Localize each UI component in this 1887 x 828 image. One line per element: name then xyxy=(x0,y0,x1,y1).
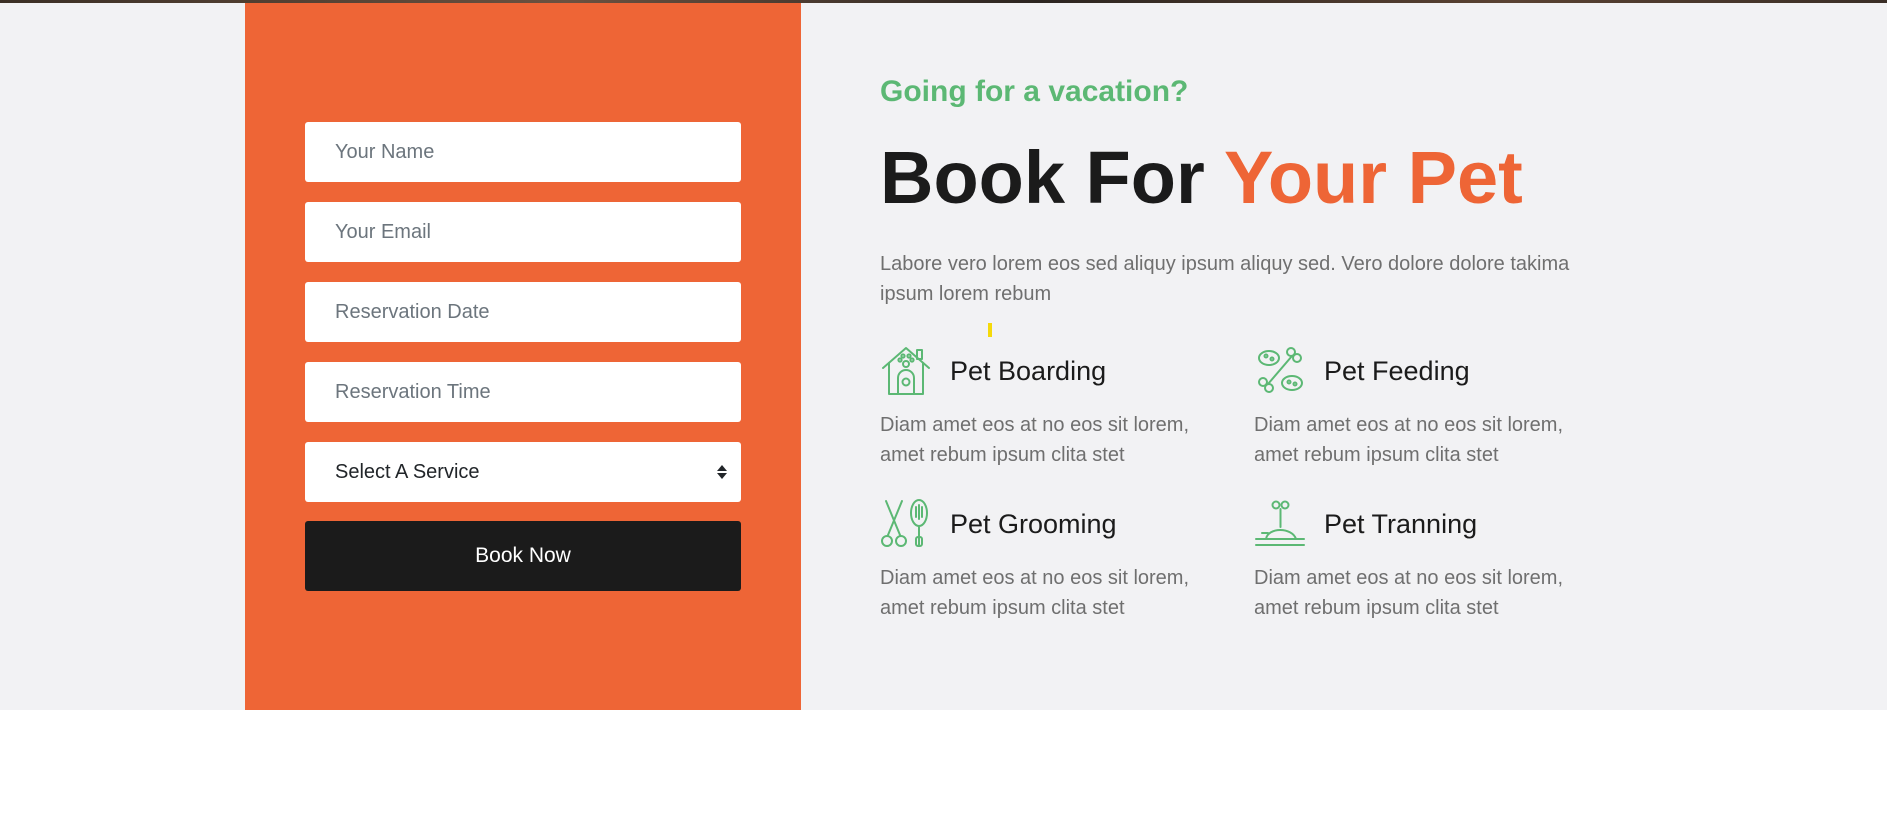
reservation-time-input[interactable]: Reservation Time xyxy=(305,362,741,422)
service-select-value: Select A Service xyxy=(335,460,480,483)
service-description: Diam amet eos at no eos sit lorem, amet … xyxy=(880,567,1190,619)
service-description: Diam amet eos at no eos sit lorem, amet … xyxy=(1254,414,1564,466)
booking-form: Your Name Your Email Reservation Date Re… xyxy=(245,3,801,710)
reservation-date-input[interactable]: Reservation Date xyxy=(305,282,741,342)
service-description: Diam amet eos at no eos sit lorem, amet … xyxy=(880,414,1190,466)
book-now-button[interactable]: Book Now xyxy=(305,521,741,591)
service-title: Pet Tranning xyxy=(1324,509,1478,539)
service-description: Diam amet eos at no eos sit lorem, amet … xyxy=(1254,567,1564,619)
section-subtitle: Going for a vacation? xyxy=(880,75,1189,108)
section-description: Labore vero lorem eos sed aliquy ipsum a… xyxy=(880,253,1570,305)
service-title: Pet Boarding xyxy=(950,356,1107,386)
service-select[interactable]: Select A Service xyxy=(305,442,741,502)
service-title: Pet Grooming xyxy=(950,509,1117,539)
email-input[interactable]: Your Email xyxy=(305,202,741,262)
service-title: Pet Feeding xyxy=(1324,356,1470,386)
scissors-brush-icon xyxy=(881,499,928,547)
title-accent: Your Pet xyxy=(1223,136,1523,219)
select-arrows-icon xyxy=(717,465,727,479)
pet-food-bone-icon xyxy=(1258,347,1303,393)
text-cursor-marker xyxy=(988,323,992,337)
section-title: Book For Your Pet xyxy=(880,135,1523,220)
pet-house-icon xyxy=(882,347,930,395)
booking-section: Your Name Your Email Reservation Date Re… xyxy=(0,3,1887,710)
title-main: Book For xyxy=(880,136,1224,219)
name-input[interactable]: Your Name xyxy=(305,122,741,182)
training-icon xyxy=(1255,500,1305,546)
